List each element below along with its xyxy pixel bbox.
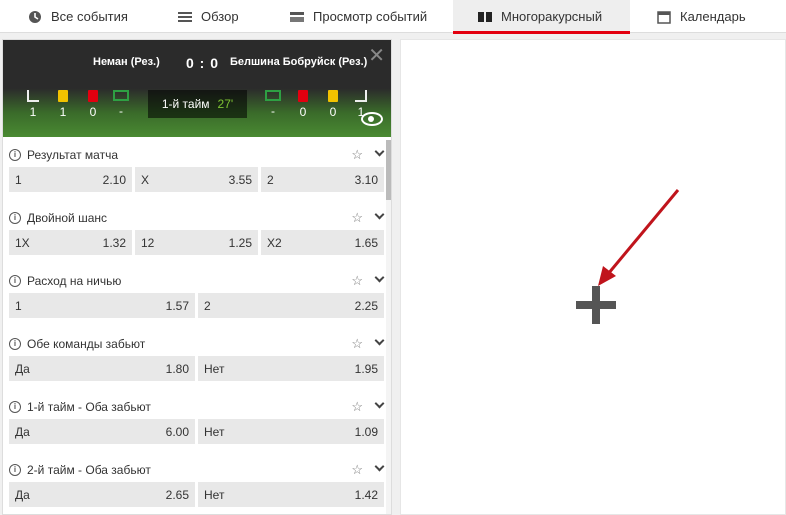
odd-button[interactable]: 12 1.25 xyxy=(135,230,258,255)
tab-label: Все события xyxy=(51,9,128,24)
market-header[interactable]: i 1-й тайм - Оба забьют ☆ xyxy=(3,394,391,419)
tab-multiview[interactable]: Многоракурсный xyxy=(453,0,630,34)
star-icon[interactable]: ☆ xyxy=(351,462,363,478)
odd-button[interactable]: Да 2.65 xyxy=(9,482,195,507)
match-header: ✕ Неман (Рез.) 0 : 0 Белшина Бобруйск (Р… xyxy=(3,40,391,137)
market-header[interactable]: i Расход на ничью ☆ xyxy=(3,268,391,293)
yellow-card-icon xyxy=(58,90,68,102)
tab-label: Многоракурсный xyxy=(501,9,603,24)
chevron-down-icon[interactable] xyxy=(374,461,385,472)
odd-button[interactable]: X2 1.65 xyxy=(261,230,384,255)
match-score: 0 : 0 xyxy=(186,55,220,71)
market-first-half-both-score: i 1-й тайм - Оба забьют ☆ Да 6.00 Нет 1.09 xyxy=(3,394,391,444)
tab-all-events[interactable]: Все события xyxy=(28,0,128,33)
columns-icon xyxy=(478,11,492,22)
market-second-half-both-score: i 2-й тайм - Оба забьют ☆ Да 2.65 Нет 1.42 xyxy=(3,457,391,507)
tab-label: Календарь xyxy=(680,9,746,24)
eye-icon[interactable] xyxy=(361,112,383,126)
home-team-name: Неман (Рез.) xyxy=(93,56,160,68)
market-title: Расход на ничью xyxy=(27,273,122,288)
star-icon[interactable]: ☆ xyxy=(351,210,363,226)
market-title: Результат матча xyxy=(27,147,118,162)
market-both-teams-score: i Обе команды забьют ☆ Да 1.80 Нет 1.95 xyxy=(3,331,391,381)
tab-overview[interactable]: Обзор xyxy=(178,0,239,33)
info-icon[interactable]: i xyxy=(9,274,21,287)
star-icon[interactable]: ☆ xyxy=(351,399,363,415)
tab-label: Обзор xyxy=(201,9,239,24)
info-icon[interactable]: i xyxy=(9,211,21,224)
info-icon[interactable]: i xyxy=(9,337,21,350)
match-minute: 27' xyxy=(217,97,234,111)
away-team-name: Белшина Бобруйск (Рез.) xyxy=(230,56,368,68)
home-yellow-cards: 1 xyxy=(55,90,71,119)
odd-button[interactable]: Нет 1.42 xyxy=(198,482,384,507)
tab-calendar[interactable]: Календарь xyxy=(657,0,746,33)
away-penalties: - xyxy=(265,90,281,118)
calendar-icon xyxy=(657,10,671,24)
home-corners: 1 xyxy=(25,90,41,119)
market-header[interactable]: i Результат матча ☆ xyxy=(3,142,391,167)
red-card-icon xyxy=(298,90,308,102)
close-icon[interactable]: ✕ xyxy=(368,46,385,66)
market-title: Обе команды забьют xyxy=(27,336,146,351)
market-title: Двойной шанс xyxy=(27,210,108,225)
home-red-cards: 0 xyxy=(85,90,101,119)
market-header[interactable]: i Обе команды забьют ☆ xyxy=(3,331,391,356)
list-icon xyxy=(178,11,192,22)
star-icon[interactable]: ☆ xyxy=(351,336,363,352)
odd-button[interactable]: X 3.55 xyxy=(135,167,258,192)
corner-icon xyxy=(355,90,367,102)
empty-slot-panel[interactable] xyxy=(400,39,786,515)
odd-button[interactable]: 1 1.57 xyxy=(9,293,195,318)
market-draw-no-bet: i Расход на ничью ☆ 1 1.57 2 2.25 xyxy=(3,268,391,318)
add-view-icon[interactable] xyxy=(576,301,616,309)
star-icon[interactable]: ☆ xyxy=(351,273,363,289)
odd-button[interactable]: Да 1.80 xyxy=(9,356,195,381)
away-yellow-cards: 0 xyxy=(325,90,341,119)
penalty-icon xyxy=(113,90,129,101)
market-title: 2-й тайм - Оба забьют xyxy=(27,462,151,477)
chevron-down-icon[interactable] xyxy=(374,146,385,157)
odd-button[interactable]: Нет 1.95 xyxy=(198,356,384,381)
odd-button[interactable]: 1 2.10 xyxy=(9,167,132,192)
odd-button[interactable]: 2 3.10 xyxy=(261,167,384,192)
clock-icon xyxy=(29,10,41,23)
corner-icon xyxy=(27,90,39,102)
odd-button[interactable]: Нет 1.09 xyxy=(198,419,384,444)
scrollbar[interactable] xyxy=(386,140,391,514)
away-red-cards: 0 xyxy=(295,90,311,119)
market-match-result: i Результат матча ☆ 1 2.10 X 3.55 2 3.10 xyxy=(3,142,391,192)
penalty-icon xyxy=(265,90,281,101)
info-icon[interactable]: i xyxy=(9,463,21,476)
odd-button[interactable]: 2 2.25 xyxy=(198,293,384,318)
match-period: 1-й тайм 27' xyxy=(148,90,247,118)
market-header[interactable]: i 2-й тайм - Оба забьют ☆ xyxy=(3,457,391,482)
market-header[interactable]: i Двойной шанс ☆ xyxy=(3,205,391,230)
star-icon[interactable]: ☆ xyxy=(351,147,363,163)
market-double-chance: i Двойной шанс ☆ 1X 1.32 12 1.25 X2 1.65 xyxy=(3,205,391,255)
period-label: 1-й тайм xyxy=(161,97,210,111)
view-tabs: Все события Обзор Просмотр событий Много… xyxy=(0,0,786,34)
market-title: 1-й тайм - Оба забьют xyxy=(27,399,151,414)
odd-button[interactable]: 1X 1.32 xyxy=(9,230,132,255)
tab-label: Просмотр событий xyxy=(313,9,428,24)
event-panel: ✕ Неман (Рез.) 0 : 0 Белшина Бобруйск (Р… xyxy=(2,39,392,515)
monitor-icon xyxy=(290,11,304,22)
red-card-icon xyxy=(88,90,98,102)
chevron-down-icon[interactable] xyxy=(374,335,385,346)
chevron-down-icon[interactable] xyxy=(374,209,385,220)
odd-button[interactable]: Да 6.00 xyxy=(9,419,195,444)
chevron-down-icon[interactable] xyxy=(374,272,385,283)
home-penalties: - xyxy=(113,90,129,118)
info-icon[interactable]: i xyxy=(9,400,21,413)
tab-event-view[interactable]: Просмотр событий xyxy=(290,0,427,33)
yellow-card-icon xyxy=(328,90,338,102)
info-icon[interactable]: i xyxy=(9,148,21,161)
chevron-down-icon[interactable] xyxy=(374,398,385,409)
